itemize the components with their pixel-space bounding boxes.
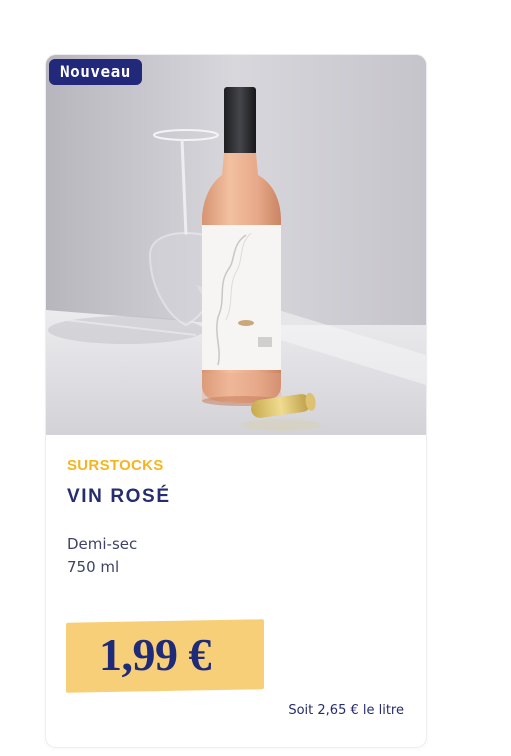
page: Nouveau SURSTOCKS VIN ROSÉ Demi-sec 750 … xyxy=(0,0,511,756)
wine-bottle-photo xyxy=(46,55,426,435)
product-volume: 750 ml xyxy=(67,558,120,576)
category-label: SURSTOCKS xyxy=(67,457,164,474)
new-badge: Nouveau xyxy=(49,59,142,85)
product-image[interactable]: Nouveau xyxy=(46,55,426,435)
product-description: Demi-sec 750 ml xyxy=(67,533,137,579)
product-card[interactable]: Nouveau SURSTOCKS VIN ROSÉ Demi-sec 750 … xyxy=(46,55,426,747)
product-title[interactable]: VIN ROSÉ xyxy=(67,486,171,508)
product-price: 1,99 € xyxy=(99,629,212,680)
product-sweetness: Demi-sec xyxy=(67,535,138,553)
unit-price: Soit 2,65 € le litre xyxy=(288,703,404,718)
